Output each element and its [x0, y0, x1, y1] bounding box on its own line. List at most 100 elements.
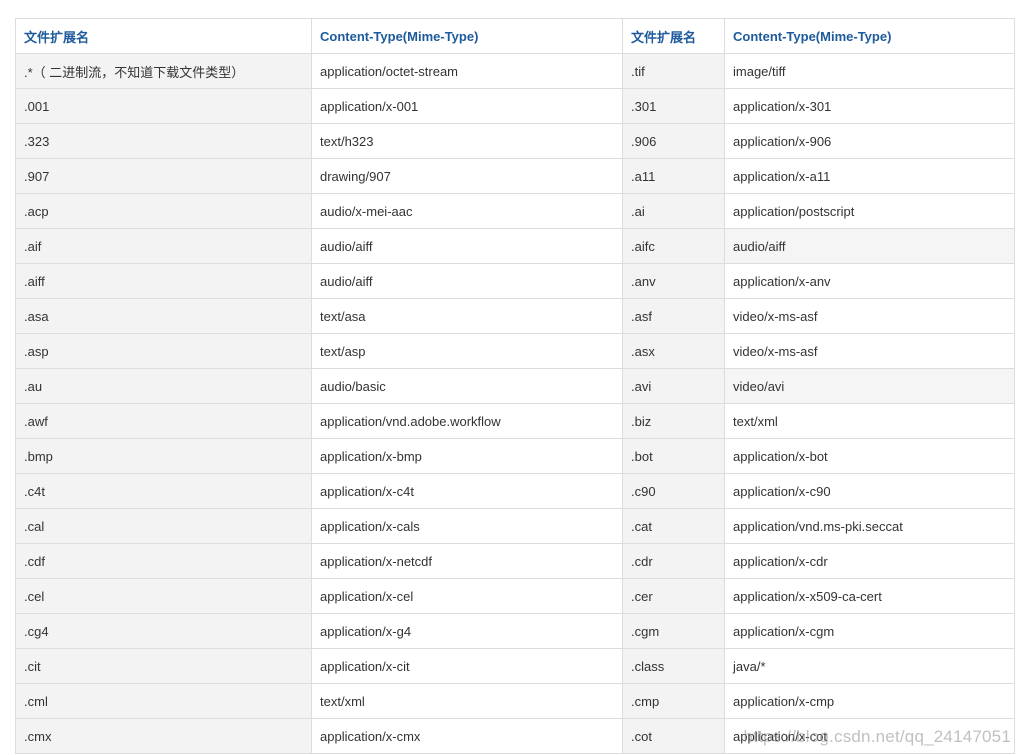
extension-cell: .ai	[622, 193, 725, 229]
header-extension-right: 文件扩展名	[622, 18, 725, 54]
extension-cell: .cg4	[15, 613, 312, 649]
content-type-cell: application/x-bot	[724, 438, 1015, 474]
table-row: .c4t application/x-c4t .c90 application/…	[15, 473, 1015, 509]
extension-cell: .cel	[15, 578, 312, 614]
content-type-cell: application/x-anv	[724, 263, 1015, 299]
extension-cell: .cit	[15, 648, 312, 684]
table-row: .cg4 application/x-g4 .cgm application/x…	[15, 613, 1015, 649]
table-row: .cml text/xml .cmp application/x-cmp	[15, 683, 1015, 719]
table-row: .cit application/x-cit .class java/*	[15, 648, 1015, 684]
extension-cell: .cat	[622, 508, 725, 544]
table-row: .aif audio/aiff .aifc audio/aiff	[15, 228, 1015, 264]
extension-cell: .aif	[15, 228, 312, 264]
extension-cell: .c4t	[15, 473, 312, 509]
mime-type-table-container: 文件扩展名 Content-Type(Mime-Type) 文件扩展名 Cont…	[15, 18, 1015, 754]
content-type-cell: video/x-ms-asf	[724, 333, 1015, 369]
extension-cell: .asa	[15, 298, 312, 334]
content-type-cell: image/tiff	[724, 53, 1015, 89]
table-row: .cmx application/x-cmx .cot application/…	[15, 718, 1015, 754]
extension-cell: .301	[622, 88, 725, 124]
content-type-cell: application/x-c90	[724, 473, 1015, 509]
extension-cell: .cot	[622, 718, 725, 754]
content-type-cell: application/x-cit	[311, 648, 623, 684]
content-type-cell: audio/basic	[311, 368, 623, 404]
extension-cell: .anv	[622, 263, 725, 299]
extension-cell: .avi	[622, 368, 725, 404]
extension-cell: .awf	[15, 403, 312, 439]
content-type-cell: application/x-a11	[724, 158, 1015, 194]
content-type-cell: application/x-cgm	[724, 613, 1015, 649]
content-type-cell: text/asp	[311, 333, 623, 369]
content-type-cell: audio/aiff	[311, 263, 623, 299]
extension-cell: .bmp	[15, 438, 312, 474]
content-type-cell: drawing/907	[311, 158, 623, 194]
extension-cell: .cdf	[15, 543, 312, 579]
content-type-cell: java/*	[724, 648, 1015, 684]
extension-cell: .cml	[15, 683, 312, 719]
content-type-cell: application/x-cals	[311, 508, 623, 544]
extension-cell: .asf	[622, 298, 725, 334]
header-content-type-right: Content-Type(Mime-Type)	[724, 18, 1015, 54]
extension-cell: .907	[15, 158, 312, 194]
table-row: .cal application/x-cals .cat application…	[15, 508, 1015, 544]
extension-cell: .asx	[622, 333, 725, 369]
extension-cell: .asp	[15, 333, 312, 369]
table-row: .cdf application/x-netcdf .cdr applicati…	[15, 543, 1015, 579]
content-type-cell: application/x-cot	[724, 718, 1015, 754]
content-type-cell: text/xml	[311, 683, 623, 719]
table-row: .323 text/h323 .906 application/x-906	[15, 123, 1015, 159]
extension-cell: .class	[622, 648, 725, 684]
content-type-cell: application/x-netcdf	[311, 543, 623, 579]
table-body: .*（ 二进制流，不知道下载文件类型） application/octet-st…	[15, 53, 1015, 754]
extension-cell: .cgm	[622, 613, 725, 649]
content-type-cell: application/x-c4t	[311, 473, 623, 509]
extension-cell: .001	[15, 88, 312, 124]
content-type-cell: video/x-ms-asf	[724, 298, 1015, 334]
table-row: .au audio/basic .avi video/avi	[15, 368, 1015, 404]
extension-cell: .au	[15, 368, 312, 404]
content-type-cell: application/x-001	[311, 88, 623, 124]
extension-cell: .acp	[15, 193, 312, 229]
table-row: .907 drawing/907 .a11 application/x-a11	[15, 158, 1015, 194]
content-type-cell: application/x-cdr	[724, 543, 1015, 579]
table-row: .asp text/asp .asx video/x-ms-asf	[15, 333, 1015, 369]
content-type-cell: application/x-906	[724, 123, 1015, 159]
table-row: .acp audio/x-mei-aac .ai application/pos…	[15, 193, 1015, 229]
mime-type-table: 文件扩展名 Content-Type(Mime-Type) 文件扩展名 Cont…	[15, 18, 1015, 754]
table-row: .awf application/vnd.adobe.workflow .biz…	[15, 403, 1015, 439]
extension-cell: .cmp	[622, 683, 725, 719]
content-type-cell: application/vnd.adobe.workflow	[311, 403, 623, 439]
content-type-cell: application/x-cmx	[311, 718, 623, 754]
extension-cell: .bot	[622, 438, 725, 474]
content-type-cell: application/x-x509-ca-cert	[724, 578, 1015, 614]
extension-cell: .323	[15, 123, 312, 159]
content-type-cell: audio/aiff	[311, 228, 623, 264]
content-type-cell: audio/x-mei-aac	[311, 193, 623, 229]
extension-cell: .cmx	[15, 718, 312, 754]
content-type-cell: application/octet-stream	[311, 53, 623, 89]
extension-cell: .cal	[15, 508, 312, 544]
extension-cell: .aifc	[622, 228, 725, 264]
extension-cell: .tif	[622, 53, 725, 89]
content-type-cell: application/postscript	[724, 193, 1015, 229]
content-type-cell: application/x-cmp	[724, 683, 1015, 719]
table-row: .*（ 二进制流，不知道下载文件类型） application/octet-st…	[15, 53, 1015, 89]
table-row: .asa text/asa .asf video/x-ms-asf	[15, 298, 1015, 334]
extension-cell: .aiff	[15, 263, 312, 299]
header-extension-left: 文件扩展名	[15, 18, 312, 54]
header-content-type-left: Content-Type(Mime-Type)	[311, 18, 623, 54]
extension-cell: .906	[622, 123, 725, 159]
extension-cell: .cer	[622, 578, 725, 614]
table-header-row: 文件扩展名 Content-Type(Mime-Type) 文件扩展名 Cont…	[15, 18, 1015, 54]
content-type-cell: text/xml	[724, 403, 1015, 439]
content-type-cell: application/x-301	[724, 88, 1015, 124]
content-type-cell: audio/aiff	[724, 228, 1015, 264]
table-row: .bmp application/x-bmp .bot application/…	[15, 438, 1015, 474]
content-type-cell: application/vnd.ms-pki.seccat	[724, 508, 1015, 544]
content-type-cell: text/h323	[311, 123, 623, 159]
extension-cell: .*（ 二进制流，不知道下载文件类型）	[15, 53, 312, 89]
table-row: .aiff audio/aiff .anv application/x-anv	[15, 263, 1015, 299]
content-type-cell: video/avi	[724, 368, 1015, 404]
content-type-cell: application/x-g4	[311, 613, 623, 649]
table-row: .001 application/x-001 .301 application/…	[15, 88, 1015, 124]
